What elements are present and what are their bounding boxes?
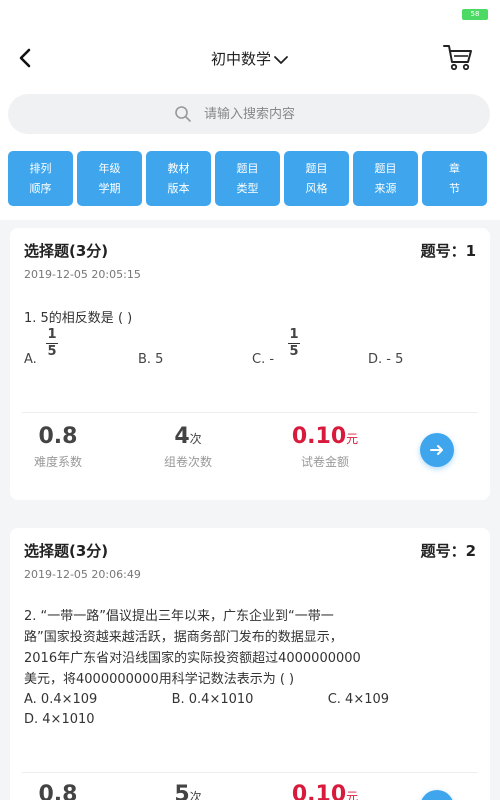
filter-textbook-button[interactable]: 教材 版本	[146, 151, 211, 206]
usage-count-value: 4	[174, 424, 190, 449]
search-icon	[175, 106, 191, 122]
price-value: 0.10	[291, 424, 347, 449]
divider	[22, 412, 478, 413]
difficulty-stat: 0.8	[18, 782, 98, 800]
difficulty-value: 0.8	[38, 782, 78, 800]
shopping-cart-icon[interactable]	[442, 42, 474, 72]
price-stat: 0.10元 试卷金额	[280, 424, 370, 470]
filter-chapter-button[interactable]: 章节	[422, 151, 487, 206]
options-row: A. 15 B. 5 C. - 15 D. - 5	[24, 327, 404, 368]
question-type: 选择题(3分)	[24, 542, 109, 560]
search-input[interactable]	[204, 94, 454, 134]
search-section	[0, 90, 500, 146]
fraction: 15	[288, 327, 300, 359]
status-bar: 58	[0, 0, 500, 28]
usage-count-stat: 5次	[148, 782, 228, 800]
option-c[interactable]: C. 4×109	[328, 692, 389, 707]
question-text: 2. “一带一路”倡议提出三年以来，广东企业到“一带一 路”国家投资越来越活跃，…	[24, 609, 361, 687]
page-title: 初中数学	[210, 50, 271, 68]
option-a[interactable]: A. 0.4×109	[24, 692, 97, 707]
filter-bar: 排列 顺序 年级 学期 教材 版本 题目 类型 题目 风格 题目 来源 章节	[0, 146, 500, 220]
search-bar[interactable]	[8, 94, 490, 134]
price-unit: 元	[346, 432, 359, 446]
price-label: 试卷金额	[300, 455, 349, 469]
price-unit: 元	[346, 790, 359, 800]
option-d[interactable]: D. 4×1010	[24, 712, 95, 727]
usage-count-value: 5	[174, 782, 190, 800]
usage-count-unit: 次	[189, 432, 202, 446]
go-detail-button[interactable]	[420, 790, 454, 800]
usage-count-unit: 次	[189, 790, 202, 800]
go-detail-button[interactable]	[420, 433, 454, 467]
filter-question-style-button[interactable]: 题目 风格	[284, 151, 349, 206]
filter-grade-button[interactable]: 年级 学期	[77, 151, 142, 206]
price-value: 0.10	[291, 782, 347, 800]
arrow-right-icon	[430, 445, 443, 455]
difficulty-value: 0.8	[38, 424, 78, 449]
option-b[interactable]: B. 0.4×1010	[172, 692, 254, 707]
divider	[22, 772, 478, 773]
fraction: 15	[46, 327, 58, 359]
question-number: 题号：2	[420, 542, 476, 560]
question-type: 选择题(3分)	[24, 242, 109, 260]
price-stat: 0.10元	[280, 782, 370, 800]
chevron-down-icon	[274, 55, 288, 64]
question-timestamp: 2019-12-05 20:05:15	[24, 268, 141, 281]
usage-count-stat: 4次 组卷次数	[148, 424, 228, 470]
difficulty-label: 难度系数	[33, 455, 82, 469]
filter-question-type-button[interactable]: 题目 类型	[215, 151, 280, 206]
battery-icon: 58	[462, 9, 488, 20]
difficulty-stat: 0.8 难度系数	[18, 424, 98, 470]
question-card[interactable]: 选择题(3分) 题号：1 2019-12-05 20:05:15 1. 5的相反…	[10, 228, 490, 500]
question-number: 题号：1	[420, 242, 476, 260]
question-timestamp: 2019-12-05 20:06:49	[24, 568, 141, 581]
question-card[interactable]: 选择题(3分) 题号：2 2019-12-05 20:06:49 2. “一带一…	[10, 528, 490, 800]
subject-dropdown[interactable]: 初中数学	[0, 48, 500, 69]
filter-question-source-button[interactable]: 题目 来源	[353, 151, 418, 206]
filter-sort-order-button[interactable]: 排列 顺序	[8, 151, 73, 206]
options-row: A. 0.4×109 B. 0.4×1010 C. 4×109	[24, 692, 389, 707]
nav-bar: 初中数学	[0, 28, 500, 90]
usage-count-label: 组卷次数	[163, 455, 212, 469]
